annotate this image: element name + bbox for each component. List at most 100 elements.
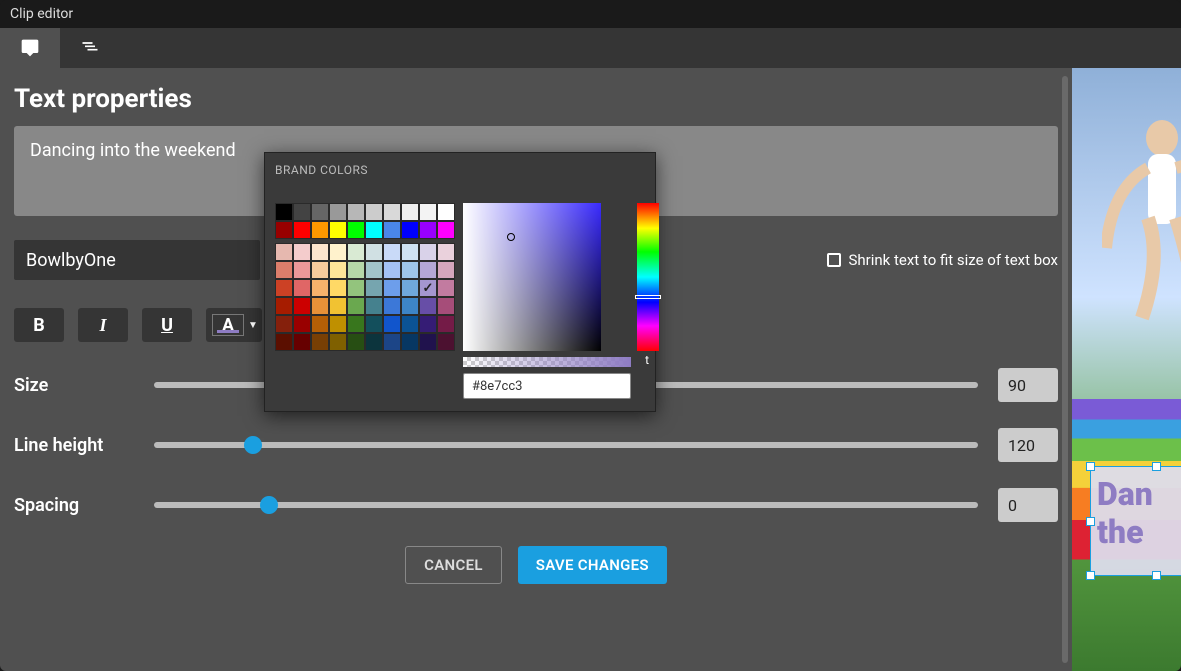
lineheight-slider-thumb[interactable] [244,436,262,454]
color-swatch[interactable] [365,221,383,239]
lineheight-slider[interactable] [154,442,978,448]
color-swatch[interactable] [437,279,455,297]
color-swatch[interactable] [383,297,401,315]
color-swatch[interactable] [347,221,365,239]
color-swatch[interactable] [383,203,401,221]
color-swatch[interactable] [293,203,311,221]
color-swatch[interactable] [347,203,365,221]
color-swatch[interactable] [293,297,311,315]
color-swatch[interactable] [275,261,293,279]
color-swatch[interactable] [383,243,401,261]
color-swatch[interactable] [437,261,455,279]
font-select[interactable]: BowlbyOne [14,240,260,280]
color-swatch[interactable] [365,315,383,333]
color-swatch[interactable] [365,243,383,261]
color-swatch[interactable] [437,315,455,333]
color-swatch[interactable] [383,333,401,351]
tab-chat[interactable] [0,28,60,68]
color-swatch[interactable] [401,261,419,279]
color-swatch[interactable] [437,333,455,351]
sv-cursor[interactable] [507,233,515,241]
resize-handle[interactable] [1086,462,1095,471]
color-swatch[interactable] [311,333,329,351]
color-swatch[interactable] [311,297,329,315]
preview-text-selection[interactable]: Dan the [1090,466,1181,576]
color-swatch[interactable] [419,297,437,315]
text-color-button[interactable]: A ▼ [206,308,262,342]
color-swatch[interactable] [311,203,329,221]
bold-button[interactable]: B [14,308,64,342]
color-swatch[interactable] [275,297,293,315]
color-swatch[interactable] [437,221,455,239]
color-swatch[interactable] [401,203,419,221]
color-swatch[interactable] [401,297,419,315]
color-swatch[interactable] [419,243,437,261]
color-swatch[interactable] [293,243,311,261]
color-swatch[interactable] [293,261,311,279]
color-swatch[interactable] [329,261,347,279]
color-swatch[interactable] [419,203,437,221]
color-swatch[interactable] [347,315,365,333]
shrink-checkbox-row[interactable]: Shrink text to fit size of text box [827,251,1059,269]
resize-handle[interactable] [1152,571,1161,580]
color-swatch[interactable] [437,297,455,315]
color-swatch[interactable] [275,203,293,221]
color-swatch[interactable] [311,279,329,297]
color-swatch[interactable] [311,243,329,261]
color-swatch[interactable] [347,297,365,315]
color-swatch[interactable] [329,279,347,297]
color-swatch[interactable] [275,315,293,333]
color-swatch[interactable] [293,279,311,297]
size-value-input[interactable]: 90 [998,368,1058,402]
save-button[interactable]: SAVE CHANGES [518,546,667,584]
hex-input[interactable]: #8e7cc3 [463,373,631,399]
color-swatch[interactable] [311,315,329,333]
italic-button[interactable]: I [78,308,128,342]
cancel-button[interactable]: CANCEL [405,546,502,584]
color-swatch[interactable] [383,221,401,239]
color-swatch[interactable] [329,221,347,239]
color-swatch[interactable] [311,221,329,239]
color-swatch[interactable] [365,333,383,351]
color-swatch[interactable] [293,333,311,351]
color-swatch[interactable] [401,315,419,333]
scrollbar[interactable] [1062,76,1068,663]
resize-handle[interactable] [1152,462,1161,471]
color-swatch[interactable] [383,279,401,297]
color-swatch[interactable] [437,243,455,261]
spacing-slider-thumb[interactable] [260,496,278,514]
hue-cursor[interactable] [635,295,661,299]
color-swatch[interactable] [347,261,365,279]
color-swatch[interactable] [419,279,437,297]
color-swatch[interactable] [329,243,347,261]
color-swatch[interactable] [383,315,401,333]
color-swatch[interactable] [329,203,347,221]
spacing-slider[interactable] [154,502,978,508]
resize-handle[interactable] [1086,517,1095,526]
color-swatch[interactable] [401,279,419,297]
color-swatch[interactable] [365,261,383,279]
color-swatch[interactable] [293,221,311,239]
color-swatch[interactable] [275,221,293,239]
color-swatch[interactable] [275,333,293,351]
color-swatch[interactable] [365,297,383,315]
color-swatch[interactable] [329,315,347,333]
color-swatch[interactable] [419,261,437,279]
underline-button[interactable]: U [142,308,192,342]
color-swatch[interactable] [401,243,419,261]
color-swatch[interactable] [401,221,419,239]
color-swatch[interactable] [365,203,383,221]
color-swatch[interactable] [311,261,329,279]
color-swatch[interactable] [437,203,455,221]
saturation-value-field[interactable] [463,203,601,351]
color-swatch[interactable] [401,333,419,351]
color-swatch[interactable] [347,243,365,261]
color-swatch[interactable] [347,333,365,351]
color-swatch[interactable] [275,243,293,261]
color-swatch[interactable] [419,333,437,351]
lineheight-value-input[interactable]: 120 [998,428,1058,462]
resize-handle[interactable] [1086,571,1095,580]
color-swatch[interactable] [419,221,437,239]
alpha-slider[interactable] [463,357,631,367]
color-swatch[interactable] [365,279,383,297]
